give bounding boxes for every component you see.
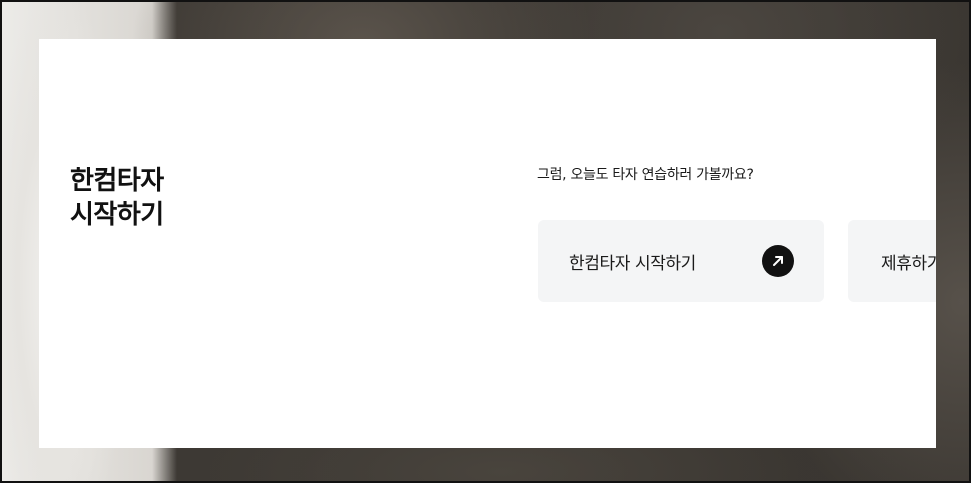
start-section-card: 한컴타자 시작하기 그럼, 오늘도 타자 연습하러 가볼까요? 한컴타자 시작하…: [39, 39, 936, 448]
partnership-button[interactable]: 제휴하기: [848, 220, 936, 302]
title-line-1: 한컴타자: [70, 166, 164, 196]
prompt-text: 그럼, 오늘도 타자 연습하러 가볼까요?: [537, 167, 754, 183]
page-frame: 한컴타자 시작하기 그럼, 오늘도 타자 연습하러 가볼까요? 한컴타자 시작하…: [0, 0, 971, 483]
partnership-label: 제휴하기: [881, 253, 936, 274]
start-typing-label: 한컴타자 시작하기: [569, 253, 696, 274]
title-line-2: 시작하기: [70, 200, 164, 230]
arrow-up-right-icon: [762, 245, 794, 277]
start-typing-button[interactable]: 한컴타자 시작하기: [538, 220, 824, 302]
section-title: 한컴타자 시작하기: [70, 164, 164, 232]
